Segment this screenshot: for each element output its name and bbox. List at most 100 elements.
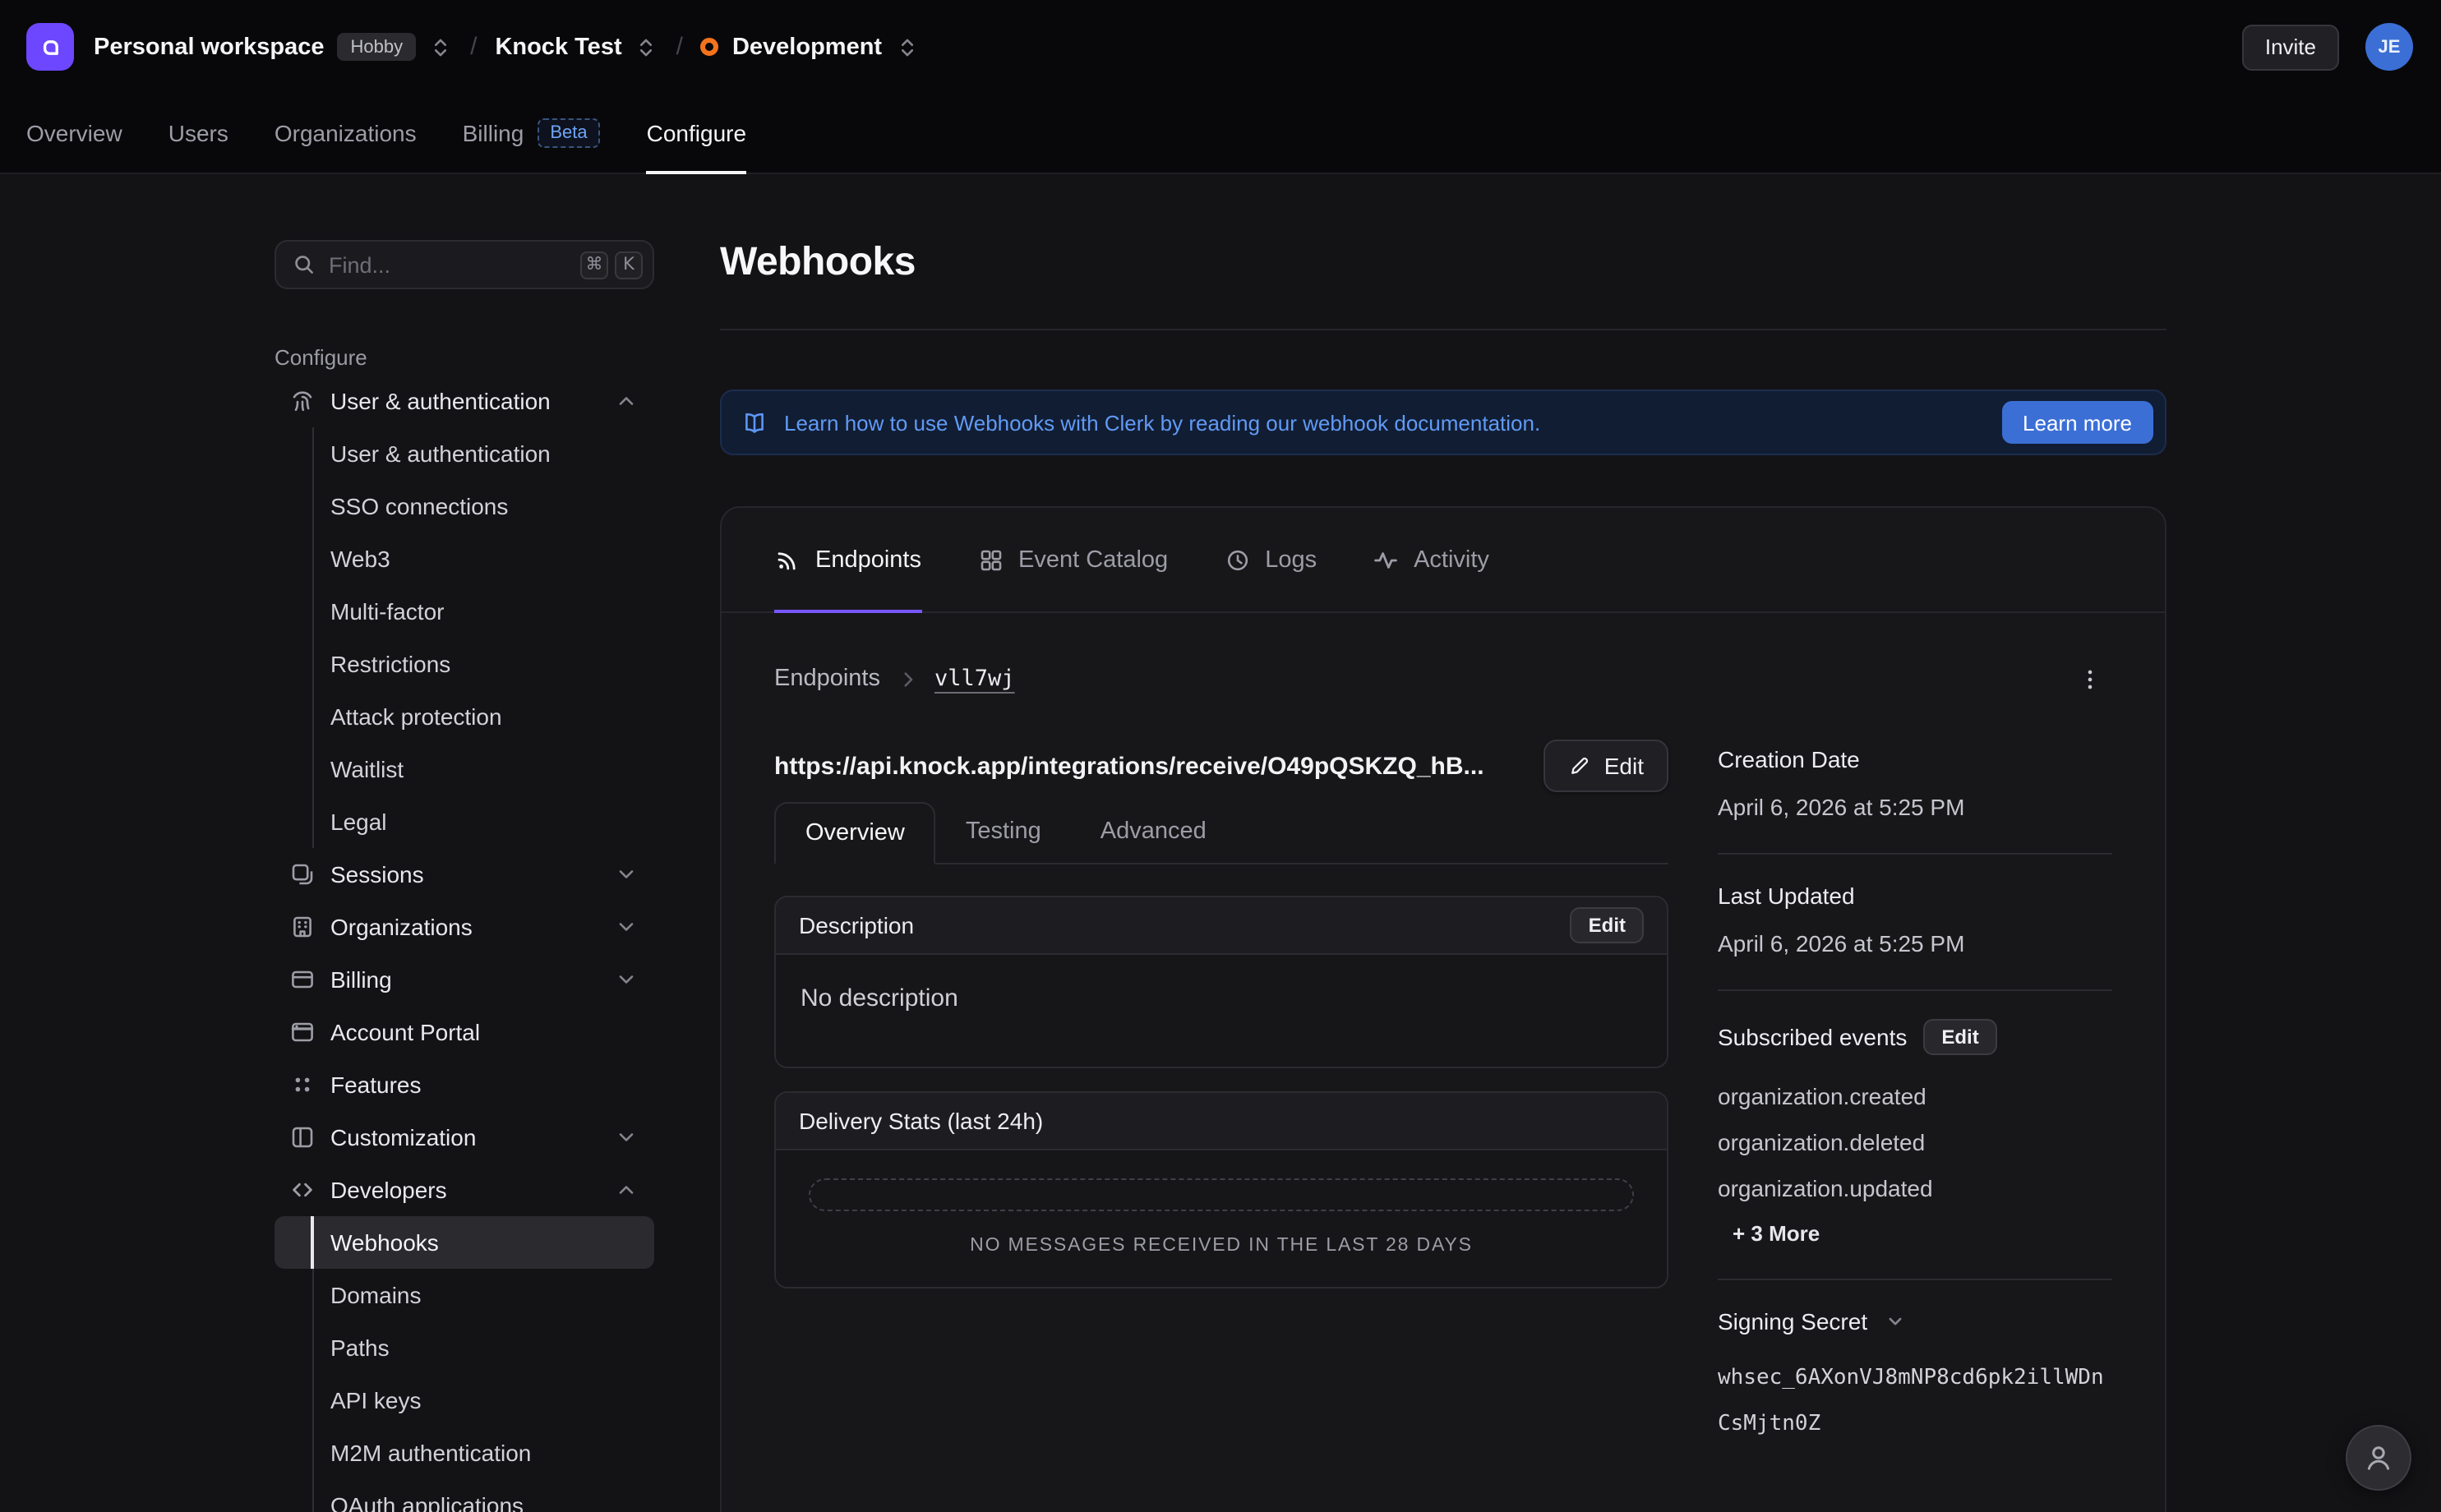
tab-label: Overview xyxy=(26,120,122,146)
docs-banner: Learn how to use Webhooks with Clerk by … xyxy=(720,390,2166,455)
signing-secret-header[interactable]: Signing Secret xyxy=(1718,1308,2112,1335)
description-title: Description xyxy=(799,912,914,938)
tab-label: Configure xyxy=(647,120,746,146)
sidebar-item-api-keys[interactable]: API keys xyxy=(275,1374,654,1427)
delivery-stats-title: Delivery Stats (last 24h) xyxy=(799,1108,1043,1134)
sidebar-item-billing[interactable]: Billing xyxy=(275,953,654,1006)
support-avatar-button[interactable] xyxy=(2346,1425,2411,1491)
tab-logs[interactable]: Logs xyxy=(1224,508,1317,611)
subscribed-event: organization.updated xyxy=(1718,1165,2112,1211)
breadcrumb-endpoints-link[interactable]: Endpoints xyxy=(774,666,880,692)
app-window: Personal workspace Hobby / Knock Test / … xyxy=(0,0,2441,1512)
environment-dot-icon xyxy=(701,38,719,56)
docs-banner-link[interactable]: Learn how to use Webhooks with Clerk by … xyxy=(784,410,1985,435)
configure-sidebar: ⌘ K Configure User & authentication User… xyxy=(275,240,654,1512)
chevron-up-down-icon xyxy=(429,35,452,58)
endpoint-url: https://api.knock.app/integrations/recei… xyxy=(774,752,1520,780)
chevron-down-icon xyxy=(615,968,638,991)
sidebar-item-attack-protection[interactable]: Attack protection xyxy=(275,690,654,743)
sidebar-item-account-portal[interactable]: Account Portal xyxy=(275,1006,654,1058)
tab-overview[interactable]: Overview xyxy=(26,94,122,173)
event-catalog-icon xyxy=(977,546,1004,573)
endpoint-detail-main: https://api.knock.app/integrations/recei… xyxy=(774,740,1668,1288)
command-key: ⌘ xyxy=(580,251,608,279)
tab-organizations[interactable]: Organizations xyxy=(275,94,417,173)
keyboard-shortcut: ⌘ K xyxy=(580,251,643,279)
delivery-stats-card: Delivery Stats (last 24h) NO MESSAGES RE… xyxy=(774,1091,1668,1288)
endpoint-breadcrumb-row: Endpoints vll7wj xyxy=(774,656,2112,702)
search-input[interactable] xyxy=(329,252,567,277)
application-name: Knock Test xyxy=(495,34,621,60)
features-icon xyxy=(289,1072,316,1098)
endpoint-menu-button[interactable] xyxy=(2066,656,2112,702)
delivery-stats-empty-text: NO MESSAGES RECEIVED IN THE LAST 28 DAYS xyxy=(809,1236,1634,1256)
last-updated-label: Last Updated xyxy=(1718,883,2112,909)
endpoint-id-link[interactable]: vll7wj xyxy=(934,666,1015,692)
clerk-logo[interactable] xyxy=(26,23,74,71)
edit-subscribed-events-button[interactable]: Edit xyxy=(1923,1019,1996,1055)
subscribed-event: organization.deleted xyxy=(1718,1119,2112,1165)
tab-event-catalog[interactable]: Event Catalog xyxy=(977,508,1168,611)
tab-endpoints[interactable]: Endpoints xyxy=(774,508,921,611)
sidebar-item-organizations[interactable]: Organizations xyxy=(275,901,654,953)
subtab-overview[interactable]: Overview xyxy=(774,802,936,864)
meta-divider xyxy=(1718,1279,2112,1280)
sidebar-item-restrictions[interactable]: Restrictions xyxy=(275,638,654,690)
subtab-testing[interactable]: Testing xyxy=(936,802,1071,863)
tab-activity[interactable]: Activity xyxy=(1373,508,1489,611)
application-switcher[interactable]: Knock Test xyxy=(495,34,658,60)
sidebar-item-developers[interactable]: Developers xyxy=(275,1164,654,1216)
meta-divider xyxy=(1718,989,2112,991)
workspace-switcher[interactable]: Personal workspace Hobby xyxy=(94,33,452,61)
sidebar-item-web3[interactable]: Web3 xyxy=(275,532,654,585)
description-empty-text: No description xyxy=(776,955,1667,1067)
logs-icon xyxy=(1224,546,1250,573)
tab-label: Organizations xyxy=(275,120,417,146)
endpoint-url-row: https://api.knock.app/integrations/recei… xyxy=(774,740,1668,792)
edit-description-button[interactable]: Edit xyxy=(1571,907,1644,943)
sidebar-item-sessions[interactable]: Sessions xyxy=(275,848,654,901)
tab-label: Users xyxy=(168,120,228,146)
edit-endpoint-button[interactable]: Edit xyxy=(1544,740,1668,792)
endpoint-meta-panel: Creation Date April 6, 2026 at 5:25 PM L… xyxy=(1718,740,2112,1448)
invite-button[interactable]: Invite xyxy=(2242,24,2339,70)
sidebar-item-sso-connections[interactable]: SSO connections xyxy=(275,480,654,532)
sidebar-item-paths[interactable]: Paths xyxy=(275,1321,654,1374)
sidebar-item-m2m-authentication[interactable]: M2M authentication xyxy=(275,1427,654,1479)
sidebar-item-user-authentication-group[interactable]: User & authentication xyxy=(275,375,654,427)
workspace-breadcrumb: Personal workspace Hobby / Knock Test / … xyxy=(26,23,918,71)
tab-users[interactable]: Users xyxy=(168,94,228,173)
sidebar-item-webhooks[interactable]: Webhooks xyxy=(275,1216,654,1269)
sidebar-item-features[interactable]: Features xyxy=(275,1058,654,1111)
sidebar-item-customization[interactable]: Customization xyxy=(275,1111,654,1164)
subscribed-events-list: organization.created organization.delete… xyxy=(1718,1073,2112,1211)
content-area: ⌘ K Configure User & authentication User… xyxy=(0,174,2441,1512)
sidebar-item-user-authentication[interactable]: User & authentication xyxy=(275,427,654,480)
delivery-stats-header: Delivery Stats (last 24h) xyxy=(776,1093,1667,1150)
tab-configure[interactable]: Configure xyxy=(647,94,746,173)
account-portal-icon xyxy=(289,1019,316,1045)
learn-more-button[interactable]: Learn more xyxy=(2001,401,2153,444)
sidebar-item-oauth-applications[interactable]: OAuth applications xyxy=(275,1479,654,1512)
chevron-down-icon xyxy=(615,863,638,886)
show-more-events-button[interactable]: + 3 More xyxy=(1718,1221,1820,1246)
sidebar-item-legal[interactable]: Legal xyxy=(275,795,654,848)
user-avatar[interactable]: JE xyxy=(2365,23,2413,71)
sidebar-item-domains[interactable]: Domains xyxy=(275,1269,654,1321)
subscribed-events-label: Subscribed events xyxy=(1718,1024,1907,1050)
sidebar-item-waitlist[interactable]: Waitlist xyxy=(275,743,654,795)
creation-date-label: Creation Date xyxy=(1718,746,2112,772)
page-title: Webhooks xyxy=(720,240,2166,286)
environment-switcher[interactable]: Development xyxy=(701,34,918,60)
kebab-menu-icon xyxy=(2077,666,2102,691)
chevron-down-icon xyxy=(615,915,638,938)
tab-label: Event Catalog xyxy=(1018,546,1168,573)
tab-billing[interactable]: Billing Beta xyxy=(463,94,601,173)
sidebar-item-multi-factor[interactable]: Multi-factor xyxy=(275,585,654,638)
chevron-up-icon xyxy=(615,390,638,413)
subtab-advanced[interactable]: Advanced xyxy=(1071,802,1236,863)
tab-label: Billing xyxy=(463,120,524,146)
endpoints-icon xyxy=(774,546,801,573)
chevron-up-down-icon xyxy=(895,35,918,58)
search-box[interactable]: ⌘ K xyxy=(275,240,654,289)
